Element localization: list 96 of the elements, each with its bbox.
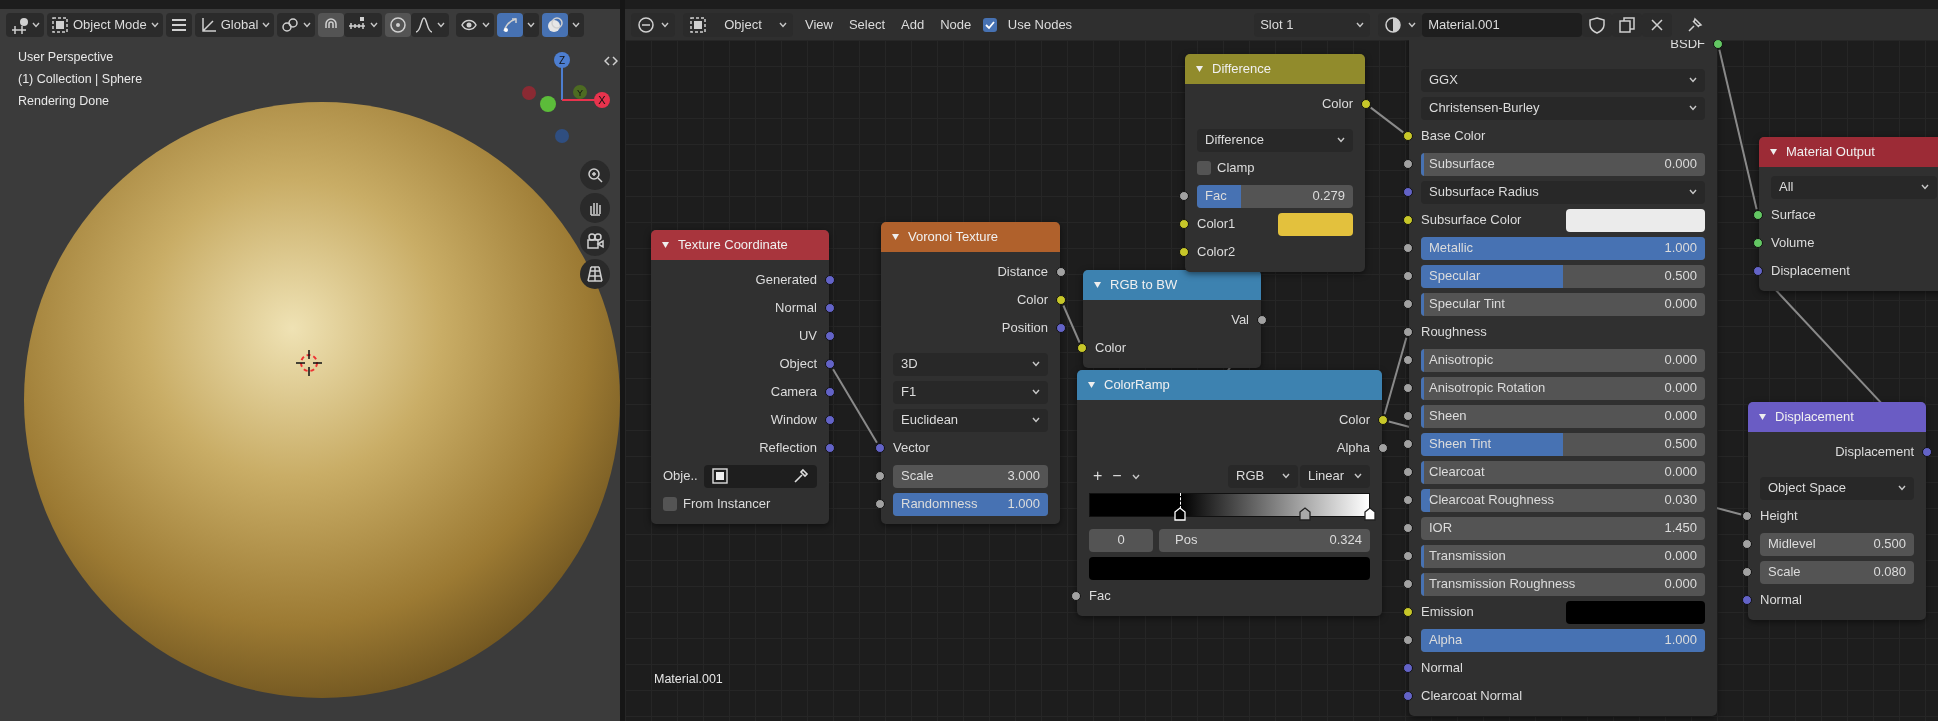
socket-label: Height [1760, 507, 1798, 526]
value-slider[interactable]: Randomness 1.000 [893, 492, 1048, 516]
socket-label: Surface [1771, 206, 1816, 225]
dropdown[interactable]: Linear [1300, 464, 1370, 488]
socket-label: Displacement [1835, 443, 1914, 462]
socket-label: Object [779, 355, 817, 374]
dropdown[interactable]: Difference [1197, 128, 1353, 152]
overlay-text: User Perspective [18, 49, 114, 66]
material-name-field[interactable]: Material.001 [1422, 12, 1583, 37]
socket-label: Reflection [759, 439, 817, 458]
dropdown[interactable]: F1 [893, 380, 1048, 404]
value-slider[interactable]: Specular Tint 0.000 [1421, 292, 1705, 316]
menu-item[interactable]: Select [844, 14, 890, 35]
overlay-text: Rendering Done [18, 93, 110, 110]
socket-label: Base Color [1421, 127, 1486, 146]
number-field[interactable]: Pos 0.324 [1159, 528, 1370, 552]
value-slider[interactable]: Metallic 1.000 [1421, 236, 1705, 260]
value-slider[interactable]: Specular 0.500 [1421, 264, 1705, 288]
node-title: ColorRamp [1104, 376, 1170, 395]
socket-label: Displacement [1771, 262, 1850, 281]
dropdown[interactable]: Object Space [1760, 476, 1914, 500]
dropdown[interactable]: All [1771, 175, 1937, 199]
socket-label: Normal [1421, 659, 1463, 678]
orientation-dropdown[interactable]: Global [194, 12, 275, 37]
socket-label: Generated [755, 271, 817, 290]
checkbox-label[interactable]: Use Nodes [1003, 14, 1077, 35]
dropdown[interactable]: Christensen-Burley [1421, 96, 1705, 120]
socket-label: Color [1095, 339, 1127, 358]
field-label: Obje.. [663, 467, 698, 486]
node-header[interactable]: Texture Coordinate [651, 230, 829, 260]
socket-label: Color [1338, 411, 1370, 430]
socket-label: Alpha [1336, 439, 1370, 458]
socket-label: Vector [893, 439, 930, 458]
number-field[interactable]: Scale 3.000 [893, 464, 1048, 488]
ramp-tool-button[interactable]: − [1108, 468, 1126, 484]
navigation-gizmo: Z Y X [520, 48, 612, 148]
menu-item[interactable]: Add [897, 14, 929, 35]
value-slider[interactable]: Sheen 0.000 [1421, 404, 1705, 428]
socket-label: Val [1231, 311, 1249, 330]
socket-label: Distance [997, 263, 1048, 282]
number-field[interactable]: IOR 1.450 [1421, 516, 1705, 540]
number-field[interactable]: 0 [1089, 528, 1153, 552]
overlay-text: (1) Collection | Sphere [18, 71, 143, 88]
dropdown[interactable]: 3D [893, 352, 1048, 376]
dropdown[interactable]: RGB [1228, 464, 1298, 488]
node-header[interactable]: Voronoi Texture [881, 222, 1060, 252]
value-slider[interactable]: Subsurface 0.000 [1421, 152, 1705, 176]
socket-label: Color1 [1197, 215, 1237, 234]
dropdown[interactable]: Subsurface Radius [1421, 180, 1705, 204]
socket-label: BSDF [1670, 40, 1705, 54]
ramp-tool-button[interactable]: + [1089, 468, 1107, 484]
value-slider[interactable]: Clearcoat 0.000 [1421, 460, 1705, 484]
socket-label: Emission [1421, 603, 1475, 622]
node-title: Difference [1212, 60, 1271, 79]
node-header[interactable]: ColorRamp [1077, 370, 1382, 400]
socket-label: Normal [775, 299, 817, 318]
socket-label: Normal [1760, 591, 1802, 610]
node-title: Texture Coordinate [678, 236, 788, 255]
value-slider[interactable]: Fac 0.279 [1197, 184, 1353, 208]
mode-dropdown[interactable]: Object Mode [47, 12, 163, 37]
frame-label: Material.001 [654, 671, 723, 688]
value-slider[interactable]: Sheen Tint 0.500 [1421, 432, 1705, 456]
value-slider[interactable]: Alpha 1.000 [1421, 628, 1705, 652]
node-title: Displacement [1775, 408, 1854, 427]
slot-dropdown[interactable]: Slot 1 [1254, 12, 1371, 37]
dropdown[interactable]: Euclidean [893, 408, 1048, 432]
value-slider[interactable]: Anisotropic 0.000 [1421, 348, 1705, 372]
menu-item[interactable]: View [801, 14, 837, 35]
node-title: Voronoi Texture [908, 228, 999, 247]
node-title: Material Output [1786, 143, 1875, 162]
value-slider[interactable]: Transmission Roughness 0.000 [1421, 572, 1705, 596]
socket-label: Color [1016, 291, 1048, 310]
socket-label: Subsurface Color [1421, 211, 1523, 230]
node-header[interactable]: RGB to BW [1083, 270, 1261, 300]
checkbox-label[interactable]: From Instancer [683, 494, 771, 514]
node-header[interactable]: Material Output [1759, 137, 1938, 167]
number-field[interactable]: Midlevel 0.500 [1760, 532, 1914, 556]
socket-label: Volume [1771, 234, 1815, 253]
node-header[interactable]: Displacement [1748, 402, 1926, 432]
menu-item[interactable]: Node [936, 14, 976, 35]
object-dropdown[interactable]: Object [683, 12, 793, 37]
number-field[interactable]: Scale 0.080 [1760, 560, 1914, 584]
node-title: RGB to BW [1110, 276, 1178, 295]
socket-label: Window [770, 411, 817, 430]
socket-label: UV [798, 327, 817, 346]
value-slider[interactable]: Anisotropic Rotation 0.000 [1421, 376, 1705, 400]
socket-label: Fac [1089, 587, 1111, 606]
socket-label: Color [1321, 95, 1353, 114]
socket-label: Clearcoat Normal [1421, 687, 1523, 706]
value-slider[interactable]: Transmission 0.000 [1421, 544, 1705, 568]
checkbox-label[interactable]: Clamp [1217, 158, 1255, 178]
socket-label: Roughness [1421, 323, 1487, 342]
socket-label: Camera [770, 383, 817, 402]
dropdown[interactable]: GGX [1421, 68, 1705, 92]
socket-label: Color2 [1197, 243, 1236, 262]
socket-label: Position [1001, 319, 1048, 338]
